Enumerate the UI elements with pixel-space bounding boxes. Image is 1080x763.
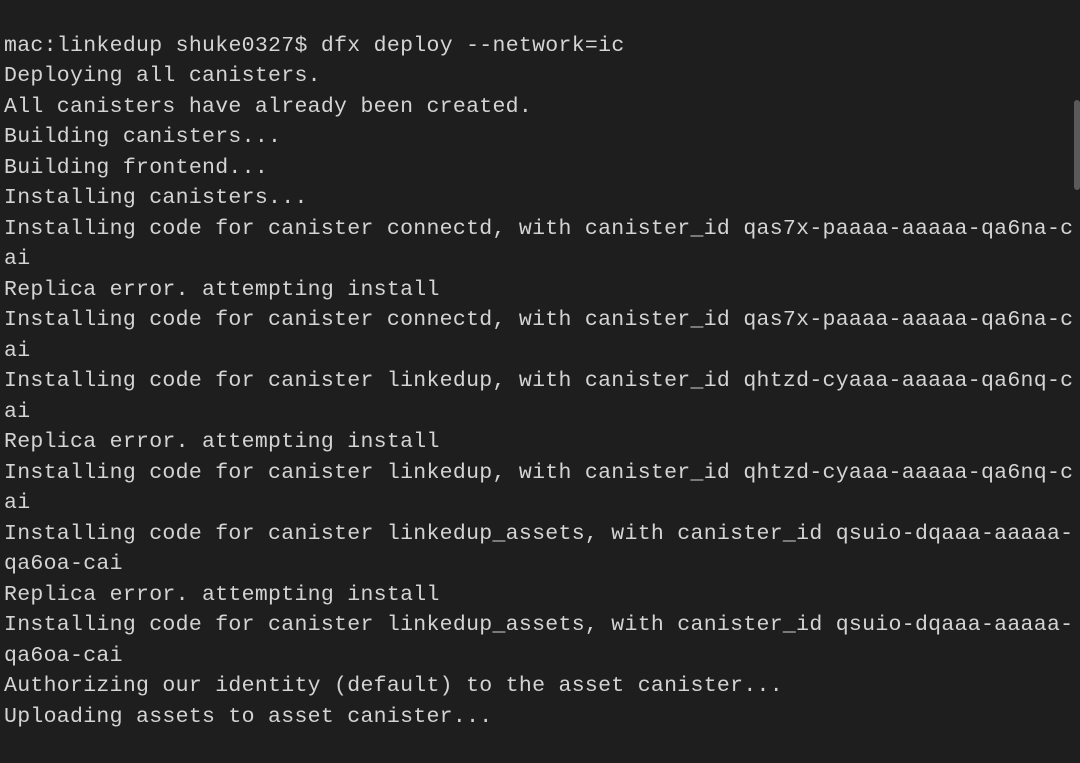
scrollbar-thumb[interactable] xyxy=(1074,100,1080,190)
output-line: Authorizing our identity (default) to th… xyxy=(4,671,1076,702)
output-line: Replica error. attempting install xyxy=(4,275,1076,306)
output-line: Building frontend... xyxy=(4,153,1076,184)
output-line: Installing code for canister linkedup, w… xyxy=(4,366,1076,427)
output-line: Installing code for canister linkedup_as… xyxy=(4,519,1076,580)
output-line: All canisters have already been created. xyxy=(4,92,1076,123)
scrollbar[interactable] xyxy=(1072,0,1080,711)
prompt-host: mac xyxy=(4,34,44,58)
output-line: Installing canisters... xyxy=(4,183,1076,214)
output-line: Replica error. attempting install xyxy=(4,427,1076,458)
terminal-output[interactable]: mac:linkedup shuke0327$ dfx deploy --net… xyxy=(0,0,1080,711)
output-line: Uploading assets to asset canister... xyxy=(4,702,1076,733)
output-line: Installing code for canister linkedup, w… xyxy=(4,458,1076,519)
output-line: Building canisters... xyxy=(4,122,1076,153)
prompt-command: dfx deploy --network=ic xyxy=(321,34,625,58)
output-line: Installing code for canister linkedup_as… xyxy=(4,610,1076,671)
output-line: Replica error. attempting install xyxy=(4,580,1076,611)
prompt-dir: linkedup xyxy=(57,34,163,58)
prompt-symbol: $ xyxy=(294,34,307,58)
prompt-line: mac:linkedup shuke0327$ dfx deploy --net… xyxy=(4,31,1076,62)
output-line: Deploying all canisters. xyxy=(4,61,1076,92)
prompt-user: shuke0327 xyxy=(176,34,295,58)
output-line: Installing code for canister connectd, w… xyxy=(4,305,1076,366)
output-line: Installing code for canister connectd, w… xyxy=(4,214,1076,275)
